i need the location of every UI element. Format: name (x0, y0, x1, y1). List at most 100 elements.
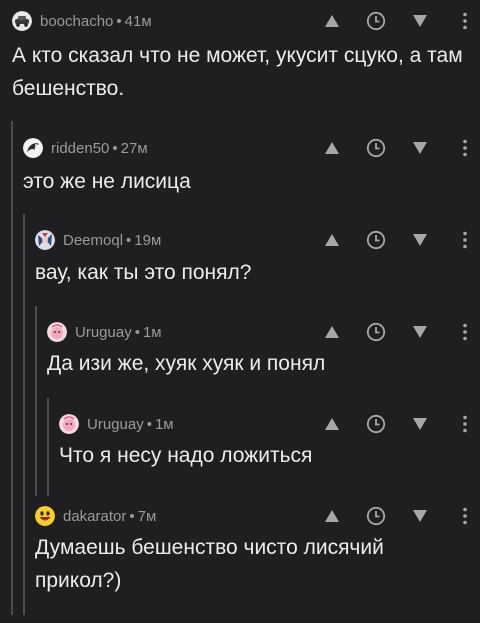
thread-line-3 (35, 306, 37, 496)
save-later-button[interactable] (364, 322, 388, 342)
comment-meta: boochacho • 41м (40, 13, 152, 30)
comment-time: 19м (134, 232, 162, 249)
comment: boochacho • 41м А кто сказал что не может,… (12, 11, 480, 106)
author-name[interactable]: boochacho (40, 13, 113, 30)
thread-line-2 (23, 214, 25, 615)
clock-icon (366, 138, 386, 158)
comment-actions (320, 506, 474, 526)
comment-time: 1м (154, 416, 174, 433)
comment-actions (320, 414, 474, 434)
triangle-down-icon (413, 326, 427, 338)
pink-avatar[interactable] (59, 414, 79, 434)
meta-separator: • (126, 232, 132, 249)
comment-time: 7м (137, 508, 157, 525)
upvote-button[interactable] (320, 138, 344, 158)
comment-text: это же не лисица (23, 170, 191, 193)
more-options-button[interactable] (456, 414, 474, 434)
meta-separator: • (129, 508, 135, 525)
more-options-button[interactable] (456, 322, 474, 342)
more-vertical-icon (463, 12, 467, 30)
triangle-down-icon (413, 15, 427, 27)
comment-time: 27м (120, 140, 148, 157)
triangle-up-icon (325, 142, 339, 154)
upvote-button[interactable] (320, 506, 344, 526)
comment-header: Uruguay • 1м (59, 414, 480, 434)
smiley-avatar[interactable] (35, 506, 55, 526)
more-options-button[interactable] (456, 230, 474, 250)
comment-meta: ridden50 • 27м (51, 140, 148, 157)
car-avatar[interactable] (12, 11, 32, 31)
clock-icon (366, 230, 386, 250)
comment-text: А кто сказал что не может, укусит сцуко,… (12, 44, 463, 100)
comment-actions (320, 322, 474, 342)
comment-text: вау, как ты это понял? (35, 261, 252, 284)
comment: dakarator • 7м Думаешь бешенство чисто лис… (35, 506, 480, 606)
comment-text: Думаешь бешенство чисто лисячий прикол?) (35, 536, 384, 592)
triangle-up-icon (325, 234, 339, 246)
more-vertical-icon (463, 415, 467, 433)
comment-text: Что я несу надо ложиться (59, 444, 313, 467)
more-options-button[interactable] (456, 506, 474, 526)
comment-meta: dakarator • 7м (63, 508, 156, 525)
save-later-button[interactable] (364, 138, 388, 158)
pink-avatar[interactable] (47, 322, 67, 342)
clock-icon (366, 322, 386, 342)
comment-header: dakarator • 7м (35, 506, 480, 526)
downvote-button[interactable] (408, 414, 432, 434)
downvote-button[interactable] (408, 230, 432, 250)
comment-actions (320, 230, 474, 250)
triangle-up-icon (325, 418, 339, 430)
triangle-down-icon (413, 510, 427, 522)
triangle-down-icon (413, 142, 427, 154)
more-options-button[interactable] (456, 138, 474, 158)
clock-icon (366, 506, 386, 526)
author-name[interactable]: Deemoql (63, 232, 123, 249)
meta-separator: • (134, 324, 140, 341)
anime-avatar[interactable] (35, 230, 55, 250)
more-vertical-icon (463, 231, 467, 249)
comment-text: Да изи же, хуяк хуяк и понял (47, 352, 326, 375)
downvote-button[interactable] (408, 138, 432, 158)
comment-time: 41м (124, 13, 152, 30)
author-name[interactable]: ridden50 (51, 140, 109, 157)
triangle-down-icon (413, 234, 427, 246)
triangle-up-icon (325, 326, 339, 338)
upvote-button[interactable] (320, 414, 344, 434)
meta-separator: • (112, 140, 118, 157)
clock-icon (366, 11, 386, 31)
thread-line-4 (47, 398, 49, 496)
save-later-button[interactable] (364, 230, 388, 250)
more-vertical-icon (463, 507, 467, 525)
upvote-button[interactable] (320, 322, 344, 342)
comment-meta: Uruguay • 1м (87, 416, 174, 433)
more-options-button[interactable] (456, 11, 474, 31)
author-name[interactable]: Uruguay (75, 324, 132, 341)
comment-actions (320, 11, 474, 31)
comment-actions (320, 138, 474, 158)
comment-header: boochacho • 41м (12, 11, 480, 31)
meta-separator: • (116, 13, 122, 30)
comment-meta: Deemoql • 19м (63, 232, 161, 249)
comment-header: Uruguay • 1м (47, 322, 480, 342)
clock-icon (366, 414, 386, 434)
triangle-up-icon (325, 510, 339, 522)
comment: Uruguay • 1м Что я несу надо ложиться (59, 414, 480, 474)
downvote-button[interactable] (408, 506, 432, 526)
upvote-button[interactable] (320, 230, 344, 250)
triangle-up-icon (325, 15, 339, 27)
downvote-button[interactable] (408, 11, 432, 31)
author-name[interactable]: Uruguay (87, 416, 144, 433)
upvote-button[interactable] (320, 11, 344, 31)
thread-line-1 (11, 121, 13, 615)
triangle-down-icon (413, 418, 427, 430)
save-later-button[interactable] (364, 506, 388, 526)
downvote-button[interactable] (408, 322, 432, 342)
comment-header: ridden50 • 27м (23, 138, 480, 158)
more-vertical-icon (463, 139, 467, 157)
save-later-button[interactable] (364, 11, 388, 31)
author-name[interactable]: dakarator (63, 508, 126, 525)
dragon-avatar[interactable] (23, 138, 43, 158)
save-later-button[interactable] (364, 414, 388, 434)
comment: ridden50 • 27м это же не лисица (23, 138, 480, 198)
comment: Deemoql • 19м вау, как ты это понял? (35, 230, 480, 290)
